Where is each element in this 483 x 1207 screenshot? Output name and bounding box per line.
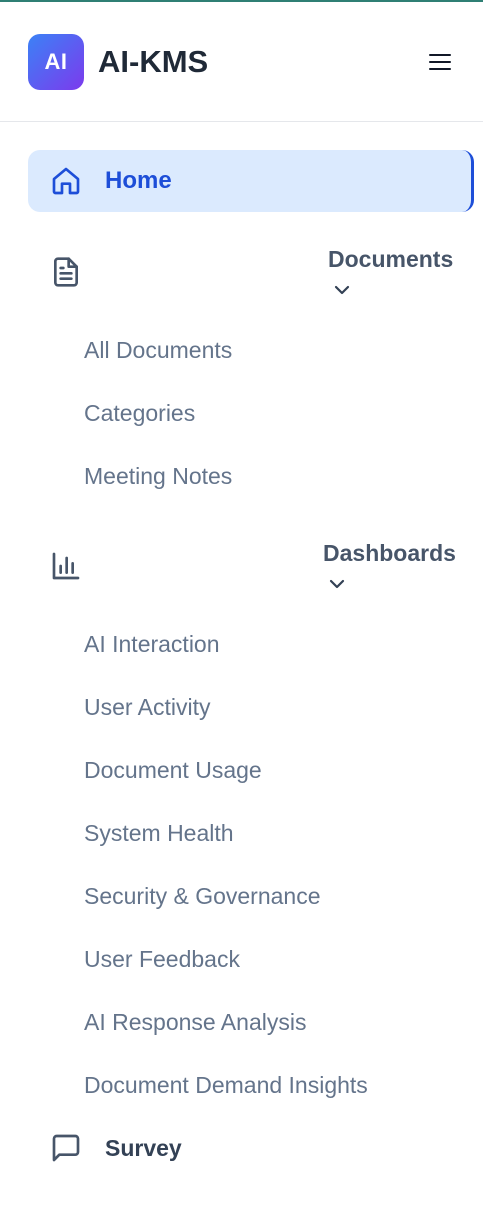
sidebar-group-dashboards[interactable]: Dashboards [28, 540, 474, 608]
sidebar-subitem-user-activity[interactable]: User Activity [84, 692, 211, 722]
document-icon [54, 257, 78, 287]
sidebar-item-label: Home [105, 167, 172, 194]
home-icon [52, 167, 80, 195]
sidebar-subitem-security-governance[interactable]: Security & Governance [84, 881, 321, 911]
app-header: AI AI-KMS [0, 2, 483, 122]
sidebar-item-home[interactable]: Home [28, 150, 474, 212]
chevron-down-icon[interactable] [327, 577, 347, 591]
sidebar-group-documents[interactable]: Documents [28, 246, 474, 314]
sidebar-subitem-user-feedback[interactable]: User Feedback [84, 944, 240, 974]
sidebar-subitem-document-demand-insights[interactable]: Document Demand Insights [84, 1070, 368, 1100]
chevron-down-icon[interactable] [332, 283, 352, 297]
sidebar-item-label: Survey [105, 1135, 182, 1161]
sidebar-subitem-ai-interaction[interactable]: AI Interaction [84, 629, 220, 659]
app-title[interactable]: AI-KMS [98, 42, 208, 82]
sidebar-subitem-all-documents[interactable]: All Documents [84, 335, 232, 365]
message-square-icon [52, 1134, 80, 1162]
sidebar-subitem-categories[interactable]: Categories [84, 398, 195, 428]
sidebar-item-survey[interactable]: Survey [28, 1128, 474, 1172]
bar-chart-icon [52, 552, 80, 580]
sidebar-group-label: Dashboards [323, 540, 456, 566]
sidebar-subitem-document-usage[interactable]: Document Usage [84, 755, 262, 785]
sidebar-group-label: Documents [328, 246, 454, 272]
hamburger-menu-icon[interactable] [424, 48, 456, 76]
sidebar-subitem-system-health[interactable]: System Health [84, 818, 234, 848]
app-logo[interactable]: AI [28, 34, 84, 90]
sidebar-subitem-meeting-notes[interactable]: Meeting Notes [84, 461, 232, 491]
sidebar-subitem-ai-response-analysis[interactable]: AI Response Analysis [84, 1007, 306, 1037]
